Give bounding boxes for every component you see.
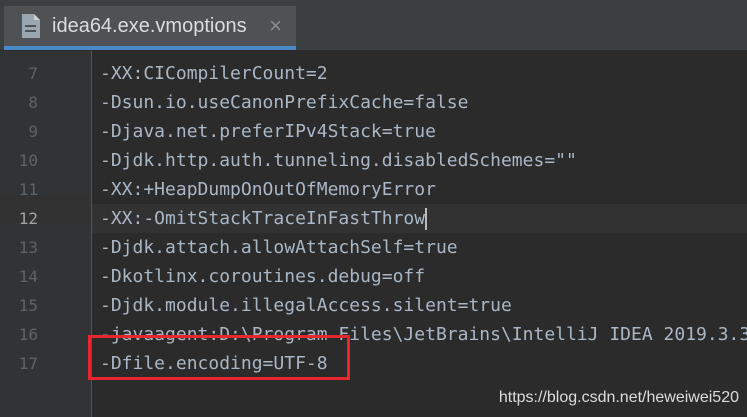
editor-tab-bar: idea64.exe.vmoptions × [0,0,747,51]
code-line[interactable]: -Djdk.module.illegalAccess.silent=true [92,291,747,320]
tab-title: idea64.exe.vmoptions [52,14,247,37]
file-icon [20,13,42,39]
tab-vmoptions[interactable]: idea64.exe.vmoptions × [4,6,296,50]
code-line[interactable]: -Djdk.http.auth.tunneling.disabledScheme… [92,146,747,175]
code-line-text: -XX:-OmitStackTraceInFastThrow [100,208,426,229]
code-line[interactable]: -Djava.net.preferIPv4Stack=true [92,117,747,146]
line-number: 13 [18,238,38,257]
line-number: 15 [18,296,38,315]
code-line[interactable]: -Djdk.attach.allowAttachSelf=true [92,233,747,262]
code-line[interactable]: -XX:+HeapDumpOnOutOfMemoryError [92,175,747,204]
line-number: 8 [28,93,38,112]
text-caret [425,208,428,230]
code-line-text: -Dsun.io.useCanonPrefixCache=false [100,92,469,113]
line-number-gutter: 7 8 9 10 11 12 13 14 15 16 17 [0,51,92,417]
line-number: 10 [18,151,38,170]
code-line-text: -Djava.net.preferIPv4Stack=true [100,121,436,142]
watermark: https://blog.csdn.net/heweiwei520 [498,389,739,406]
line-number: 14 [18,267,38,286]
line-number: 7 [28,64,38,83]
red-highlight-box [88,335,350,380]
line-number-current: 12 [18,209,38,228]
code-line-text: -Djdk.module.illegalAccess.silent=true [100,295,512,316]
code-line[interactable]: -Dkotlinx.coroutines.debug=off [92,262,747,291]
line-number: 9 [28,122,38,141]
line-number: 17 [18,354,38,373]
code-line[interactable]: -Dsun.io.useCanonPrefixCache=false [92,88,747,117]
code-line-text: -Djdk.http.auth.tunneling.disabledScheme… [100,150,577,171]
line-number: 11 [18,180,38,199]
code-line[interactable]: -XX:CICompilerCount=2 [92,59,747,88]
code-line-text: -Djdk.attach.allowAttachSelf=true [100,237,458,258]
close-icon[interactable]: × [269,15,282,37]
code-line-text: -Dkotlinx.coroutines.debug=off [100,266,426,287]
code-line-text: -XX:CICompilerCount=2 [100,63,328,84]
code-line-text: -XX:+HeapDumpOnOutOfMemoryError [100,179,436,200]
code-line-current[interactable]: -XX:-OmitStackTraceInFastThrow [92,204,747,233]
line-number: 16 [18,325,38,344]
